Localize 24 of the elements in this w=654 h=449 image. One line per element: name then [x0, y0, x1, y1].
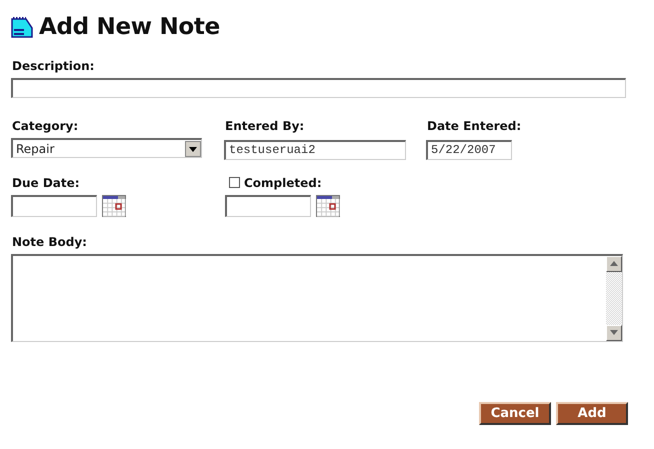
category-dropdown[interactable]: Repair	[11, 138, 202, 158]
scroll-down-icon[interactable]	[610, 330, 618, 335]
description-field[interactable]	[11, 78, 626, 98]
field-label: Completed:	[244, 176, 322, 190]
field-label: Entered By:	[225, 119, 306, 133]
page-title: Add New Note	[39, 14, 220, 40]
completed-checkbox[interactable]	[229, 177, 240, 188]
due-date-field[interactable]	[11, 194, 97, 216]
field-label: Date Entered:	[427, 119, 522, 133]
date-entered-field[interactable]: 5/22/2007	[426, 140, 512, 160]
cancel-button[interactable]: Cancel	[479, 402, 551, 424]
field-label: Description:	[12, 59, 96, 73]
entered-by-field[interactable]: testuseruai2	[224, 140, 406, 160]
add-button[interactable]: Add	[556, 402, 628, 424]
note-body-field[interactable]	[11, 254, 623, 342]
scrollbar[interactable]	[606, 256, 622, 340]
field-label: Note Body:	[12, 234, 88, 248]
calendar-icon[interactable]	[102, 194, 126, 216]
field-label: Due Date:	[12, 176, 81, 190]
scroll-up-icon[interactable]	[610, 261, 618, 266]
completed-date-field[interactable]	[225, 194, 311, 216]
field-label: Category:	[12, 119, 80, 133]
calendar-icon[interactable]	[316, 194, 340, 216]
notepad-icon	[11, 16, 33, 38]
